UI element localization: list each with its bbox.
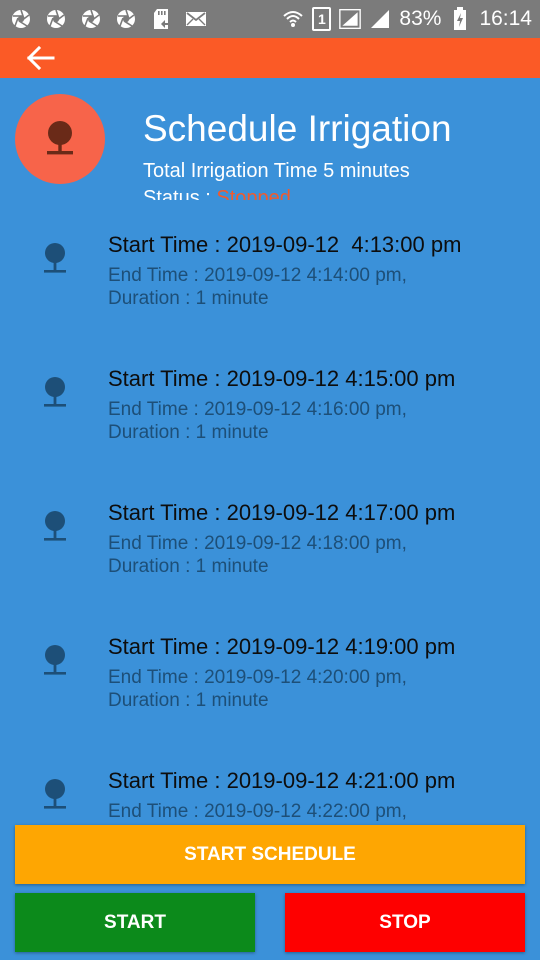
sd-card-icon	[150, 8, 172, 30]
end-time: End Time : 2019-09-12 4:18:00 pm,	[108, 533, 407, 554]
aperture-icon	[10, 8, 32, 30]
list-item: Start Time : 2019-09-12 4:13:00 pm End T…	[0, 214, 540, 348]
system-status: 1 83% 16:14	[282, 0, 532, 38]
start-time: Start Time : 2019-09-12 4:21:00 pm	[108, 768, 456, 793]
notification-icons	[10, 8, 207, 30]
duration: Duration : 1 minute	[108, 288, 269, 309]
tree-icon	[44, 243, 66, 273]
start-button[interactable]: START	[15, 893, 255, 952]
total-irrigation-time: Total Irrigation Time 5 minutes	[143, 160, 410, 182]
tree-icon	[44, 779, 66, 809]
start-time: Start Time : 2019-09-12 4:13:00 pm	[108, 232, 462, 257]
back-arrow-icon[interactable]	[22, 44, 62, 72]
duration: Duration : 1 minute	[108, 690, 269, 711]
start-time: Start Time : 2019-09-12 4:15:00 pm	[108, 366, 456, 391]
start-schedule-button[interactable]: START SCHEDULE	[15, 825, 525, 884]
status-value: Stopped	[216, 187, 291, 200]
signal-icon	[369, 8, 391, 30]
tree-icon	[44, 645, 66, 675]
wifi-icon	[282, 8, 304, 30]
battery-charging-icon	[449, 7, 471, 30]
status-label: Status :	[143, 187, 217, 200]
status-line: Status : Stopped	[143, 186, 443, 200]
aperture-icon	[45, 8, 67, 30]
schedule-list[interactable]: Start Time : 2019-09-12 4:13:00 pm End T…	[0, 214, 540, 822]
list-item: Start Time : 2019-09-12 4:19:00 pm End T…	[0, 616, 540, 750]
tree-icon	[44, 377, 66, 407]
clock: 16:14	[479, 7, 532, 30]
aperture-icon	[115, 8, 137, 30]
start-time: Start Time : 2019-09-12 4:17:00 pm	[108, 500, 456, 525]
status-bar: 1 83% 16:14	[0, 0, 540, 38]
start-time: Start Time : 2019-09-12 4:19:00 pm	[108, 634, 456, 659]
duration: Duration : 1 minute	[108, 556, 269, 577]
signal-icon	[339, 8, 362, 30]
duration: Duration : 1 minute	[108, 422, 269, 443]
page-title: Schedule Irrigation	[143, 108, 452, 149]
tree-icon	[47, 121, 73, 155]
list-item: Start Time : 2019-09-12 4:17:00 pm End T…	[0, 482, 540, 616]
end-time: End Time : 2019-09-12 4:20:00 pm,	[108, 667, 407, 688]
tree-icon	[44, 511, 66, 541]
stop-button[interactable]: STOP	[285, 893, 525, 952]
app-bar	[0, 38, 540, 78]
aperture-icon	[80, 8, 102, 30]
end-time: End Time : 2019-09-12 4:22:00 pm,	[108, 801, 407, 822]
battery-percent: 83%	[399, 7, 442, 30]
end-time: End Time : 2019-09-12 4:14:00 pm,	[108, 265, 407, 286]
mail-icon	[185, 8, 207, 30]
sim-indicator: 1	[312, 7, 332, 31]
end-time: End Time : 2019-09-12 4:16:00 pm,	[108, 399, 407, 420]
list-item: Start Time : 2019-09-12 4:15:00 pm End T…	[0, 348, 540, 482]
avatar	[15, 94, 105, 184]
list-item: Start Time : 2019-09-12 4:21:00 pm End T…	[0, 750, 540, 822]
